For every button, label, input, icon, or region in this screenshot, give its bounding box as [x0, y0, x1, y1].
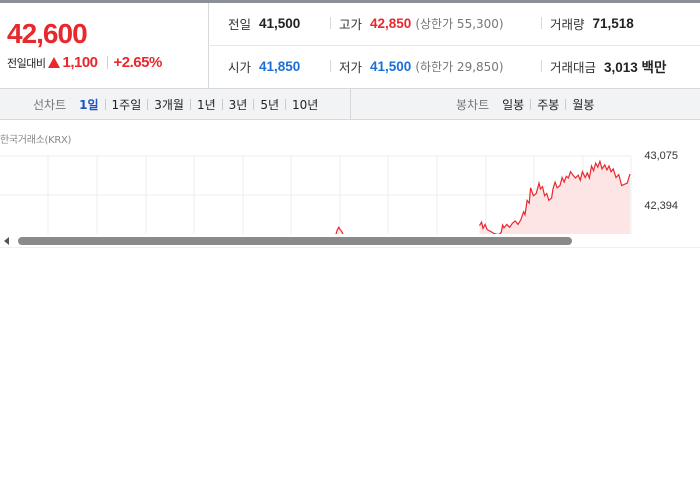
change-divider [106, 56, 108, 69]
chart-horizontal-scrollbar[interactable] [0, 234, 700, 248]
stat-value: 41,850 [259, 58, 301, 74]
tab-divider [253, 98, 255, 110]
change-row: 전일대비 1,100 +2.65% [7, 54, 162, 71]
stat-value: 3,013 백만 [604, 60, 667, 75]
stat-amount: 거래대금 3,013 백만 [541, 56, 666, 76]
stat-sub: (하한가 29,850) [415, 59, 504, 74]
stat-value: 41,500 [259, 15, 301, 31]
stat-divider [541, 60, 542, 72]
stat-label: 전일 [228, 16, 252, 32]
tab-5-years[interactable]: 5년 [260, 96, 279, 113]
change-label: 전일대비 [7, 56, 46, 70]
stat-divider [330, 17, 331, 29]
tab-divider [189, 98, 191, 110]
stats-divider [210, 45, 700, 46]
tab-3-years[interactable]: 3년 [229, 96, 248, 113]
change-percent: +2.65% [113, 54, 163, 71]
stat-label: 거래대금 [550, 59, 597, 75]
tab-divider [285, 98, 287, 110]
line-chart-tabs: 선차트 1일 1주일 3개월 1년 3년 5년 10년 [0, 89, 351, 119]
exchange-label: 한국거래소(KRX) [0, 135, 72, 146]
y-axis-label-high: 43,075 [644, 150, 678, 162]
quote-summary: 42,600 전일대비 1,100 +2.65% 전일 41,500 고가 42… [0, 3, 700, 89]
candle-chart-tabs: 봉차트 일봉 주봉 월봉 [456, 89, 594, 119]
chart-svg [0, 155, 632, 234]
tab-divider [565, 98, 567, 110]
tab-divider [221, 98, 223, 110]
tab-weekly-candle[interactable]: 주봉 [537, 96, 559, 113]
stat-high: 고가 42,850 (상한가 55,300) [330, 13, 504, 33]
stat-label: 거래량 [550, 16, 585, 32]
up-arrow-icon [48, 57, 61, 68]
tab-monthly-candle[interactable]: 월봉 [572, 96, 594, 113]
stat-low: 저가 41,500 (하한가 29,850) [330, 56, 504, 76]
stat-open: 시가 41,850 [228, 56, 300, 76]
stat-value: 41,500 [370, 58, 412, 74]
tab-1-day[interactable]: 1일 [79, 96, 98, 113]
stat-volume: 거래량 71,518 [541, 13, 634, 33]
stat-value: 71,518 [592, 15, 634, 31]
stats-grid: 전일 41,500 고가 42,850 (상한가 55,300) 거래량 71,… [210, 3, 700, 89]
stat-sub: (상한가 55,300) [415, 16, 504, 31]
tab-divider [530, 98, 532, 110]
current-price: 42,600 [7, 18, 88, 49]
tab-divider [147, 98, 149, 110]
tab-divider [104, 98, 106, 110]
tab-3-months[interactable]: 3개월 [154, 96, 184, 113]
y-axis-label-mid: 42,394 [644, 200, 678, 212]
stat-value: 42,850 [370, 15, 412, 31]
tab-daily-candle[interactable]: 일봉 [502, 96, 524, 113]
stat-divider [541, 17, 542, 29]
stat-label: 고가 [339, 16, 363, 32]
price-box: 42,600 전일대비 1,100 +2.65% [0, 3, 209, 89]
tab-1-year[interactable]: 1년 [197, 96, 216, 113]
price-chart[interactable]: 한국거래소(KRX) 43,075 42,394 [0, 121, 700, 234]
change-value: 1,100 [62, 54, 98, 71]
tab-1-week[interactable]: 1주일 [112, 96, 142, 113]
stat-prev-close: 전일 41,500 [228, 13, 300, 33]
chart-tab-bar: 선차트 1일 1주일 3개월 1년 3년 5년 10년 봉차트 일봉 주봉 월봉 [0, 89, 700, 120]
scroll-left-arrow-icon[interactable] [4, 237, 9, 245]
candle-chart-heading: 봉차트 [456, 97, 490, 112]
stat-label: 저가 [339, 59, 363, 75]
price-area-fill [479, 161, 630, 234]
scroll-thumb[interactable] [18, 237, 572, 245]
stat-divider [330, 60, 331, 72]
tab-10-years[interactable]: 10년 [292, 96, 318, 113]
line-chart-heading: 선차트 [33, 97, 67, 112]
stat-label: 시가 [228, 59, 252, 75]
